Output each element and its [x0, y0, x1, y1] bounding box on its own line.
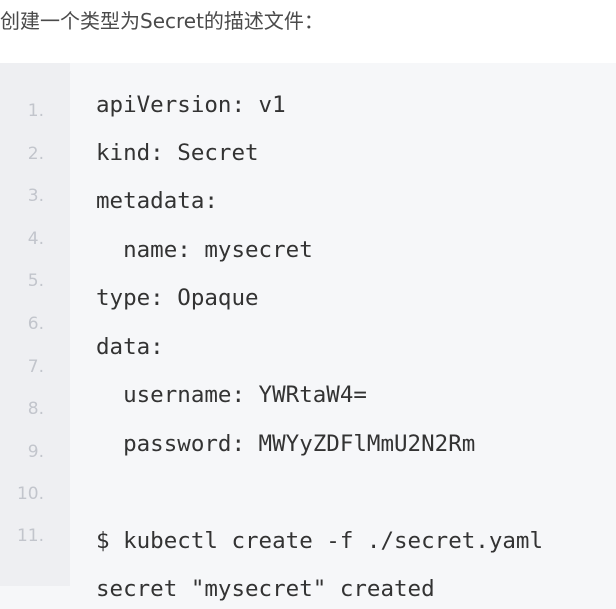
- line-number: 6.: [27, 314, 44, 334]
- code-block[interactable]: 1. 2. 3. 4. 5. 6. 7. 8. 9. 10. 11. apiVe…: [0, 63, 616, 609]
- line-number: 3.: [27, 186, 44, 206]
- intro-text: 创建一个类型为Secret的描述文件：: [0, 9, 324, 33]
- page: 创建一个类型为Secret的描述文件： 1. 2. 3. 4. 5. 6. 7.…: [0, 0, 616, 609]
- code-line: kind: Secret: [96, 140, 259, 166]
- line-number: 7.: [27, 357, 44, 377]
- code-line: data:: [96, 334, 164, 360]
- line-number: 5.: [27, 271, 44, 291]
- code-line: type: Opaque: [96, 285, 259, 311]
- code-line: metadata:: [96, 188, 218, 214]
- line-number: 10.: [16, 484, 44, 504]
- line-number: 1.: [27, 101, 44, 121]
- line-number: 11.: [16, 526, 44, 546]
- code-line: apiVersion: v1: [96, 92, 286, 118]
- code-line: $ kubectl create -f ./secret.yaml: [96, 528, 544, 554]
- code-line: username: YWRtaW4=: [96, 382, 367, 408]
- line-number-gutter: 1. 2. 3. 4. 5. 6. 7. 8. 9. 10. 11.: [0, 63, 70, 586]
- line-number: 8.: [27, 399, 44, 419]
- code-line: secret "mysecret" created: [96, 576, 435, 602]
- line-number: 9.: [27, 442, 44, 462]
- code-line: name: mysecret: [96, 237, 313, 263]
- line-number: 2.: [27, 144, 44, 164]
- code-line: password: MWYyZDFlMmU2N2Rm: [96, 431, 476, 457]
- line-number: 4.: [27, 229, 44, 249]
